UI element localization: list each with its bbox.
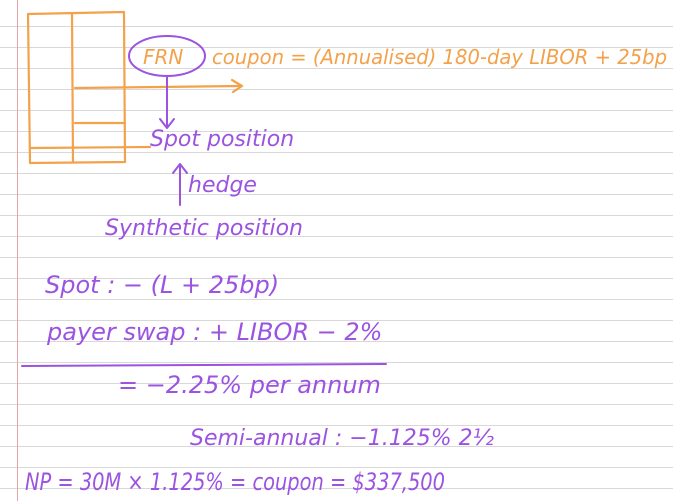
sum-line: [21, 363, 387, 367]
table-sketch-divider: [70, 11, 75, 164]
spot-equation: Spot : − (L + 25bp): [45, 271, 279, 299]
table-sketch-arrow-line: [73, 84, 242, 90]
table-sketch-connector: [28, 145, 152, 150]
coupon-text: coupon = (Annualised) 180-day LIBOR + 25…: [212, 45, 667, 69]
frn-label: FRN: [143, 45, 183, 69]
hedge-text: hedge: [188, 173, 257, 198]
semi-annual-text: Semi-annual : −1.125% 2½: [190, 426, 494, 451]
np-text: NP = 30M × 1.125% = coupon = $337,500: [25, 468, 445, 496]
synthetic-position-text: Synthetic position: [105, 216, 303, 241]
result-text: = −2.25% per annum: [118, 371, 381, 399]
handwriting-canvas: FRN coupon = (Annualised) 180-day LIBOR …: [21, 10, 667, 496]
payer-swap-equation: payer swap : + LIBOR − 2%: [46, 318, 382, 346]
spot-position-text: Spot position: [150, 127, 294, 152]
